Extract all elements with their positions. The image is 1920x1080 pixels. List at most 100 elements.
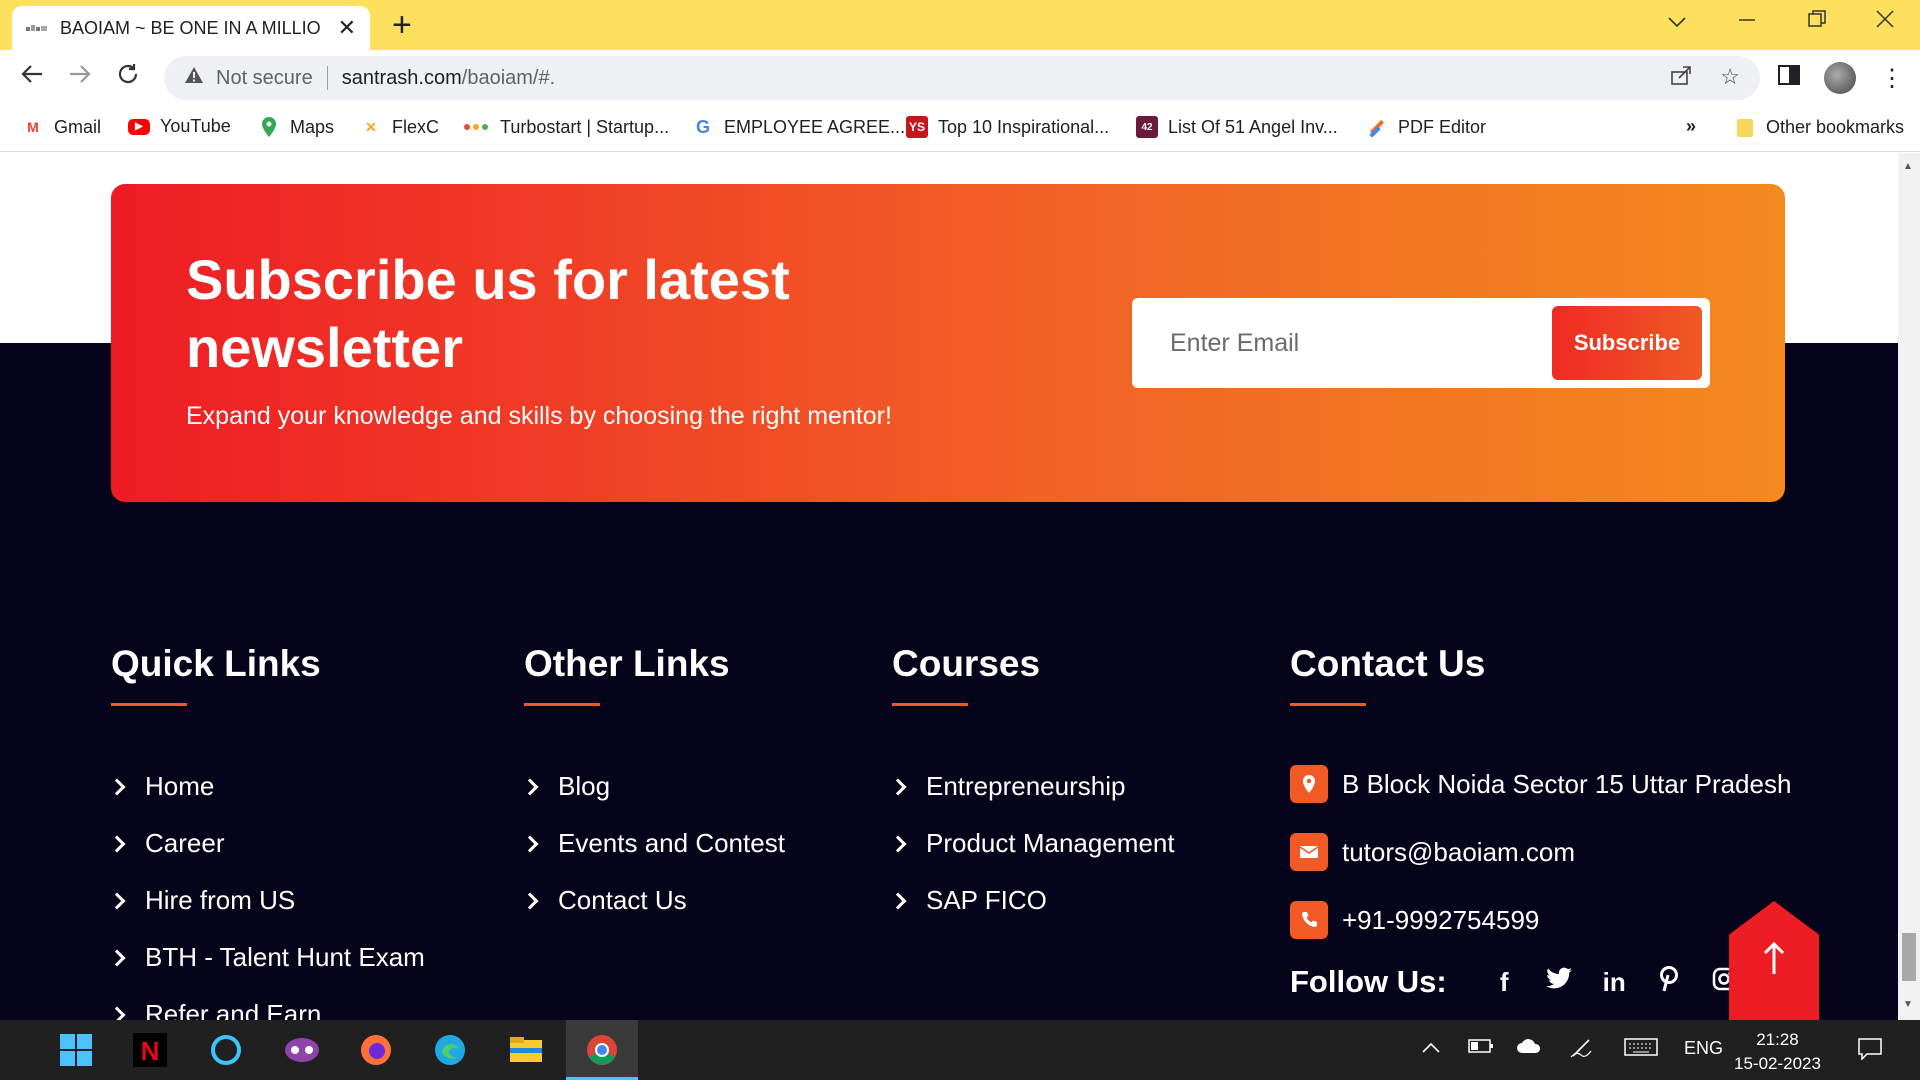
footer-link-blog[interactable]: Blog bbox=[521, 758, 785, 815]
language-indicator[interactable]: ENG bbox=[1684, 1038, 1723, 1059]
browser-tab[interactable]: BAOIAM ~ BE ONE IN A MILLION ✕ bbox=[12, 6, 370, 50]
newsletter-banner: Subscribe us for latest newsletter Expan… bbox=[111, 184, 1785, 502]
battery-icon[interactable] bbox=[1468, 1038, 1494, 1059]
facebook-icon[interactable]: f bbox=[1477, 967, 1532, 998]
contact-phone[interactable]: +91-9992754599 bbox=[1290, 886, 1791, 954]
onedrive-icon[interactable] bbox=[1516, 1038, 1542, 1059]
close-window-button[interactable] bbox=[1876, 8, 1894, 34]
page-scrollbar[interactable]: ▲ ▼ bbox=[1898, 153, 1920, 1020]
tab-search-icon[interactable] bbox=[1668, 8, 1686, 34]
bookmark-employee-agreement[interactable]: G EMPLOYEE AGREE... bbox=[692, 116, 905, 138]
back-arrow-icon[interactable] bbox=[20, 62, 44, 93]
footer-link-bth[interactable]: BTH - Talent Hunt Exam bbox=[108, 929, 425, 986]
share-icon[interactable] bbox=[1670, 64, 1692, 92]
bookmark-label: Top 10 Inspirational... bbox=[938, 116, 1110, 137]
windows-start-icon[interactable] bbox=[58, 1032, 94, 1068]
title-underline bbox=[1290, 703, 1366, 706]
quick-links-title: Quick Links bbox=[111, 643, 321, 684]
email-input[interactable] bbox=[1146, 312, 1526, 374]
bookmark-angel-investors[interactable]: 42 List Of 51 Angel Inv... bbox=[1136, 116, 1338, 138]
url-text[interactable]: santrash.com/baoiam/#. bbox=[342, 67, 555, 90]
restore-button[interactable] bbox=[1808, 8, 1826, 34]
footer-link-hire[interactable]: Hire from US bbox=[108, 872, 425, 929]
baoiam-favicon-icon bbox=[26, 22, 48, 34]
reload-icon[interactable] bbox=[116, 62, 140, 93]
system-clock[interactable]: 21:28 15-02-2023 bbox=[1734, 1028, 1821, 1076]
pdf-editor-icon bbox=[1366, 116, 1388, 138]
firefox-icon[interactable] bbox=[358, 1032, 394, 1068]
notification-icon[interactable] bbox=[1858, 1038, 1882, 1065]
bookmark-maps[interactable]: Maps bbox=[258, 116, 334, 138]
link-label: Home bbox=[145, 771, 215, 801]
svg-text:N: N bbox=[141, 1036, 160, 1066]
chevron-right-icon bbox=[889, 778, 907, 795]
minimize-button[interactable] bbox=[1738, 8, 1756, 34]
contact-email[interactable]: tutors@baoiam.com bbox=[1290, 818, 1791, 886]
chrome-icon[interactable] bbox=[584, 1032, 620, 1068]
chevron-right-icon bbox=[108, 949, 126, 966]
newsletter-title: Subscribe us for latest newsletter bbox=[186, 248, 790, 379]
side-panel-icon[interactable] bbox=[1778, 64, 1800, 92]
cortana-icon[interactable] bbox=[208, 1032, 244, 1068]
phone-text: +91-9992754599 bbox=[1342, 904, 1540, 935]
footer-link-career[interactable]: Career bbox=[108, 815, 425, 872]
pinterest-icon[interactable] bbox=[1642, 965, 1697, 999]
forward-arrow-icon[interactable] bbox=[68, 62, 92, 93]
security-status[interactable]: Not secure bbox=[216, 67, 313, 90]
other-bookmarks-folder[interactable]: Other bookmarks bbox=[1734, 116, 1904, 138]
footer-link-home[interactable]: Home bbox=[108, 758, 425, 815]
other-links-list: Blog Events and Contest Contact Us bbox=[521, 758, 785, 929]
link-label: SAP FICO bbox=[926, 885, 1047, 915]
chevron-right-icon bbox=[108, 892, 126, 909]
footer-link-refer[interactable]: Refer and Earn bbox=[108, 986, 425, 1020]
scroll-up-arrow-icon[interactable]: ▲ bbox=[1903, 161, 1913, 172]
keyboard-icon[interactable] bbox=[1624, 1038, 1658, 1061]
chrome-menu-icon[interactable]: ⋮ bbox=[1880, 64, 1904, 93]
quick-links-list: Home Career Hire from US BTH - Talent Hu… bbox=[108, 758, 425, 1020]
edge-icon[interactable] bbox=[432, 1032, 468, 1068]
course-link-entrepreneurship[interactable]: Entrepreneurship bbox=[889, 758, 1175, 815]
tray-overflow-icon[interactable] bbox=[1422, 1038, 1440, 1059]
pen-icon[interactable] bbox=[1570, 1038, 1592, 1063]
quick-links-column: Quick Links Home Career Hire from US BTH… bbox=[108, 643, 425, 1020]
address-bar[interactable]: Not secure santrash.com/baoiam/#. ☆ bbox=[164, 56, 1760, 100]
tab-strip: BAOIAM ~ BE ONE IN A MILLION ✕ + bbox=[0, 0, 1920, 50]
profile-avatar[interactable] bbox=[1824, 62, 1856, 94]
course-link-product-management[interactable]: Product Management bbox=[889, 815, 1175, 872]
footer-link-contact[interactable]: Contact Us bbox=[521, 872, 785, 929]
subscribe-button[interactable]: Subscribe bbox=[1552, 306, 1702, 380]
chevron-right-icon bbox=[889, 892, 907, 909]
courses-list: Entrepreneurship Product Management SAP … bbox=[889, 758, 1175, 929]
linkedin-icon[interactable]: in bbox=[1587, 967, 1642, 998]
url-path: /baoiam/#. bbox=[461, 66, 556, 89]
bookmark-star-icon[interactable]: ☆ bbox=[1720, 64, 1740, 92]
netflix-icon[interactable]: N bbox=[132, 1032, 168, 1068]
bookmark-top10[interactable]: YS Top 10 Inspirational... bbox=[906, 116, 1109, 138]
link-label: Contact Us bbox=[558, 885, 687, 915]
bookmark-youtube[interactable]: ▶ YouTube bbox=[128, 116, 231, 137]
game-icon[interactable] bbox=[284, 1032, 320, 1068]
bookmarks-bar: M Gmail ▶ YouTube Maps ✕ FlexC Turbostar… bbox=[0, 106, 1920, 152]
chevron-right-icon bbox=[108, 778, 126, 795]
bookmark-pdf-editor[interactable]: PDF Editor bbox=[1366, 116, 1486, 138]
newsletter-form: Subscribe bbox=[1132, 298, 1710, 388]
twitter-icon[interactable] bbox=[1532, 967, 1587, 998]
tab-close-icon[interactable]: ✕ bbox=[338, 15, 356, 41]
bookmark-turbostart[interactable]: Turbostart | Startup... bbox=[462, 116, 669, 138]
scroll-down-arrow-icon[interactable]: ▼ bbox=[1903, 999, 1913, 1010]
bookmark-flexc[interactable]: ✕ FlexC bbox=[360, 116, 439, 138]
chevron-right-icon bbox=[108, 835, 126, 852]
bookmarks-overflow-button[interactable]: » bbox=[1686, 116, 1696, 137]
bookmark-label: EMPLOYEE AGREE... bbox=[724, 116, 906, 137]
bookmark-gmail[interactable]: M Gmail bbox=[22, 116, 101, 138]
windows-taskbar: N ENG 21:28 15-02-2023 bbox=[0, 1020, 1920, 1080]
link-label: BTH - Talent Hunt Exam bbox=[145, 942, 425, 972]
warning-icon[interactable] bbox=[184, 66, 204, 90]
footer-link-events[interactable]: Events and Contest bbox=[521, 815, 785, 872]
file-explorer-icon[interactable] bbox=[508, 1032, 544, 1068]
new-tab-button[interactable]: + bbox=[392, 8, 412, 42]
page-viewport: Subscribe us for latest newsletter Expan… bbox=[0, 153, 1898, 1020]
scrollbar-thumb[interactable] bbox=[1902, 933, 1916, 981]
link-label: Product Management bbox=[926, 828, 1175, 858]
course-link-sap-fico[interactable]: SAP FICO bbox=[889, 872, 1175, 929]
